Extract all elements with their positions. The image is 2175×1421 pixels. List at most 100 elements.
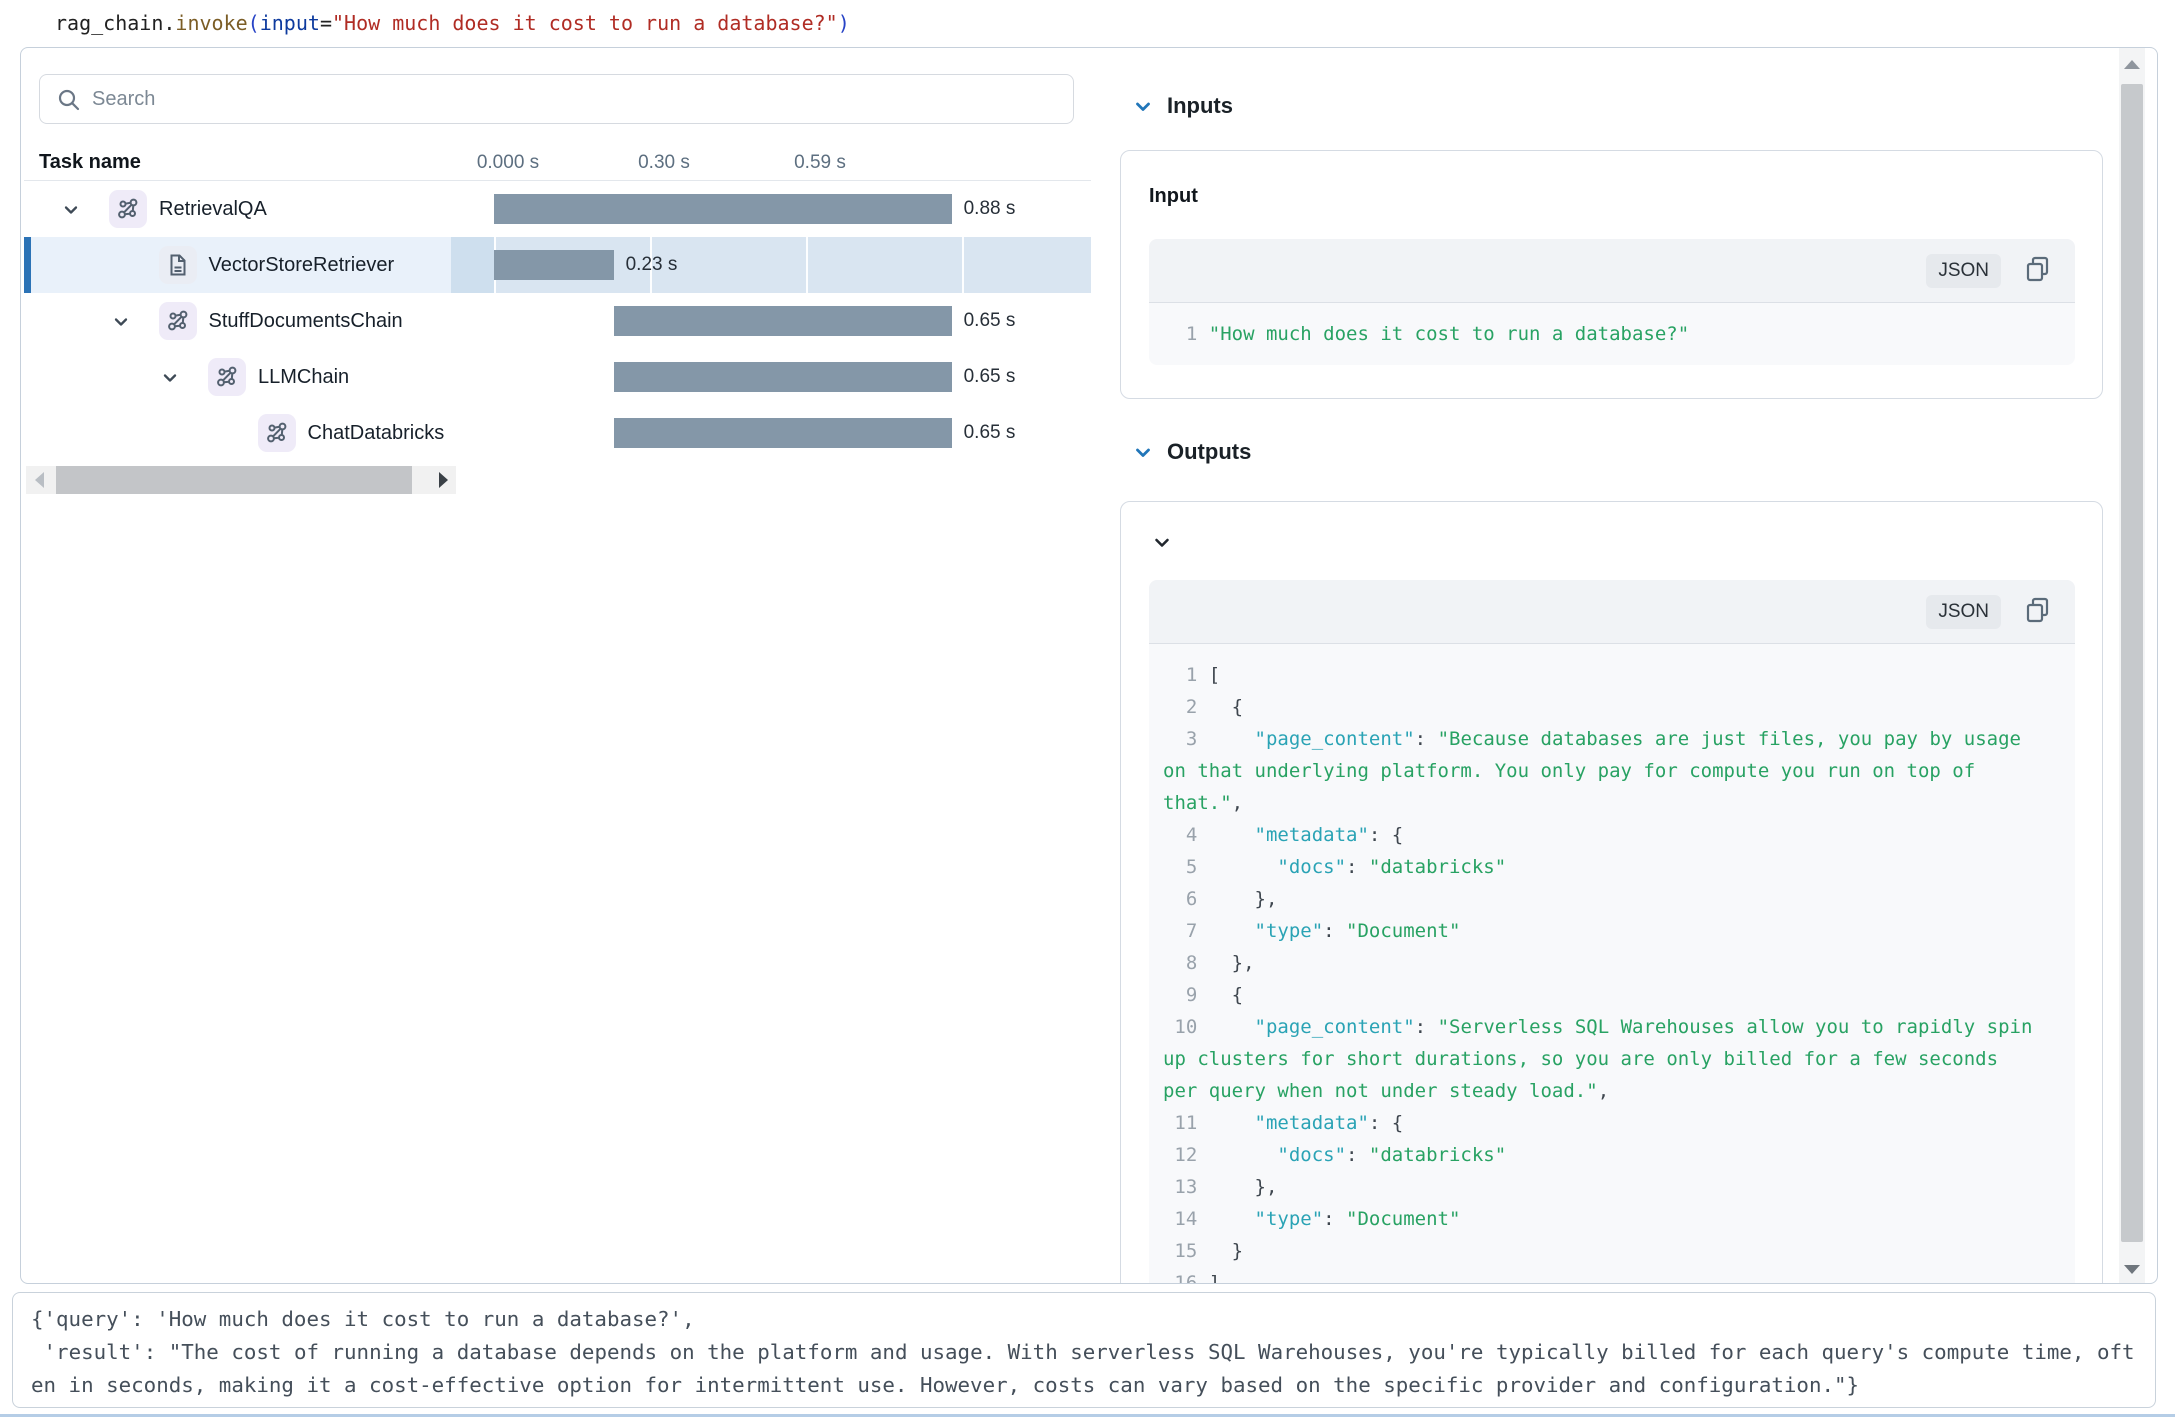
code-line: 9 {	[1163, 979, 2038, 1011]
json-pun-segment: : {	[1369, 1112, 1403, 1134]
table-row-chatdatabricks[interactable]: ChatDatabricks 0.65 s	[24, 405, 1091, 461]
duration-bar[interactable]	[614, 418, 952, 448]
span-details-panel: Inputs Input JSON 1"How much do	[1120, 48, 2107, 1284]
json-pun-segment	[1209, 728, 1255, 750]
json-pun-segment: [	[1209, 664, 1220, 686]
json-key-segment: "docs"	[1277, 856, 1346, 878]
json-pun-segment: :	[1323, 920, 1346, 942]
search-input[interactable]	[92, 76, 1052, 122]
code-token: "How much does it cost to run a database…	[332, 11, 838, 35]
task-name-cell: VectorStoreRetriever	[24, 237, 451, 293]
duration-label: 0.88 s	[964, 181, 1016, 237]
search-icon	[56, 87, 82, 113]
line-number: 16	[1163, 1267, 1197, 1284]
json-pun-segment: },	[1209, 952, 1255, 974]
time-tick-label: 0.59 s	[794, 152, 846, 174]
code-block-toolbar: JSON	[1149, 580, 2075, 644]
line-number: 1	[1163, 659, 1197, 691]
line-number: 5	[1163, 851, 1197, 883]
chevron-down-icon[interactable]	[61, 200, 81, 220]
json-str-segment: "Document"	[1346, 920, 1460, 942]
code-line: 16]	[1163, 1267, 2038, 1284]
json-key-segment: "type"	[1255, 1208, 1324, 1230]
inputs-section-header: Inputs	[1120, 90, 2107, 122]
time-axis: 0.000 s0.30 s0.59 s	[451, 140, 1091, 180]
collapse-outputs-chevron-icon[interactable]	[1132, 442, 1154, 469]
scroll-right-button[interactable]	[428, 466, 456, 494]
json-pun-segment: },	[1209, 1176, 1278, 1198]
table-row-llmchain[interactable]: LLMChain 0.65 s	[24, 349, 1091, 405]
timeline-cell: 0.23 s	[451, 237, 1091, 293]
json-key-segment: "metadata"	[1255, 1112, 1369, 1134]
code-line: 1[	[1163, 659, 2038, 691]
timeline-cell: 0.65 s	[451, 349, 1091, 405]
json-pun-segment	[1209, 1112, 1255, 1134]
line-number: 2	[1163, 691, 1197, 723]
code-token: )	[838, 11, 850, 35]
task-name-cell: StuffDocumentsChain	[24, 293, 451, 349]
duration-bar[interactable]	[614, 306, 952, 336]
code-token: input	[260, 11, 320, 35]
table-row-stuffdocumentschain[interactable]: StuffDocumentsChain 0.65 s	[24, 293, 1091, 349]
duration-label: 0.65 s	[964, 293, 1016, 349]
json-pun-segment: ,	[1598, 1080, 1609, 1102]
vertical-scrollbar-thumb[interactable]	[2121, 84, 2143, 1242]
code-line: 1 "How much does it cost to run a databas…	[1163, 318, 2038, 350]
horizontal-scrollbar[interactable]	[26, 466, 456, 494]
chain-icon	[109, 190, 147, 228]
code-line: 6 },	[1163, 883, 2038, 915]
task-name-label: StuffDocumentsChain	[209, 293, 403, 349]
json-pun-segment: :	[1415, 728, 1438, 750]
cell-divider	[0, 1414, 2175, 1417]
span-tree: RetrievalQA 0.88 s VectorStoreRetriever	[24, 181, 1091, 461]
duration-bar[interactable]	[494, 250, 614, 280]
json-key-segment: "page_content"	[1255, 1016, 1415, 1038]
vertical-scrollbar[interactable]	[2119, 48, 2145, 1284]
json-pun-segment	[1209, 856, 1278, 878]
table-row-vectorstoreretriever[interactable]: VectorStoreRetriever 0.23 s	[24, 237, 1091, 293]
line-number: 13	[1163, 1171, 1197, 1203]
line-number: 15	[1163, 1235, 1197, 1267]
duration-bar[interactable]	[614, 362, 952, 392]
task-name-cell: RetrievalQA	[24, 181, 451, 237]
collapse-output-item-chevron-icon[interactable]	[1151, 532, 1173, 559]
copy-icon[interactable]	[2023, 595, 2057, 629]
json-pun-segment	[1209, 1144, 1278, 1166]
table-row-retrievalqa[interactable]: RetrievalQA 0.88 s	[24, 181, 1091, 237]
output-json-block: JSON 1[ 2 { 3 "page_content": "Because d…	[1149, 580, 2075, 1284]
json-pun-segment: : {	[1369, 824, 1403, 846]
json-str-segment: "How much does it cost to run a database…	[1209, 323, 1689, 345]
chain-icon	[208, 358, 246, 396]
scroll-down-button[interactable]	[2119, 1253, 2145, 1284]
code-token: rag_chain.	[55, 11, 175, 35]
copy-icon[interactable]	[2023, 254, 2057, 288]
scroll-up-button[interactable]	[2119, 48, 2145, 80]
code-line: 5 "docs": "databricks"	[1163, 851, 2038, 883]
chain-icon	[159, 302, 197, 340]
json-format-badge: JSON	[1926, 254, 2001, 288]
json-key-segment: "metadata"	[1255, 824, 1369, 846]
horizontal-scrollbar-thumb[interactable]	[56, 466, 412, 494]
chevron-down-icon[interactable]	[111, 312, 131, 332]
code-line: 12 "docs": "databricks"	[1163, 1139, 2038, 1171]
line-number: 1	[1163, 318, 1197, 350]
result-output-cell: {'query': 'How much does it cost to run …	[12, 1292, 2156, 1408]
duration-bar[interactable]	[494, 194, 952, 224]
json-str-segment: "Document"	[1346, 1208, 1460, 1230]
json-pun-segment: :	[1346, 856, 1369, 878]
json-str-segment: "databricks"	[1369, 1144, 1506, 1166]
input-field-label: Input	[1149, 185, 1198, 208]
input-json-code: 1 "How much does it cost to run a databas…	[1149, 303, 2075, 365]
duration-label: 0.65 s	[964, 349, 1016, 405]
task-name-label: LLMChain	[258, 349, 349, 405]
collapse-inputs-chevron-icon[interactable]	[1132, 96, 1154, 123]
code-token: invoke	[175, 11, 247, 35]
json-pun-segment: :	[1415, 1016, 1438, 1038]
json-key-segment: "page_content"	[1255, 728, 1415, 750]
line-number: 9	[1163, 979, 1197, 1011]
code-token: (	[248, 11, 260, 35]
scroll-left-button[interactable]	[26, 466, 54, 494]
json-format-badge: JSON	[1926, 595, 2001, 629]
chevron-down-icon[interactable]	[160, 368, 180, 388]
time-tick-label: 0.30 s	[638, 152, 690, 174]
